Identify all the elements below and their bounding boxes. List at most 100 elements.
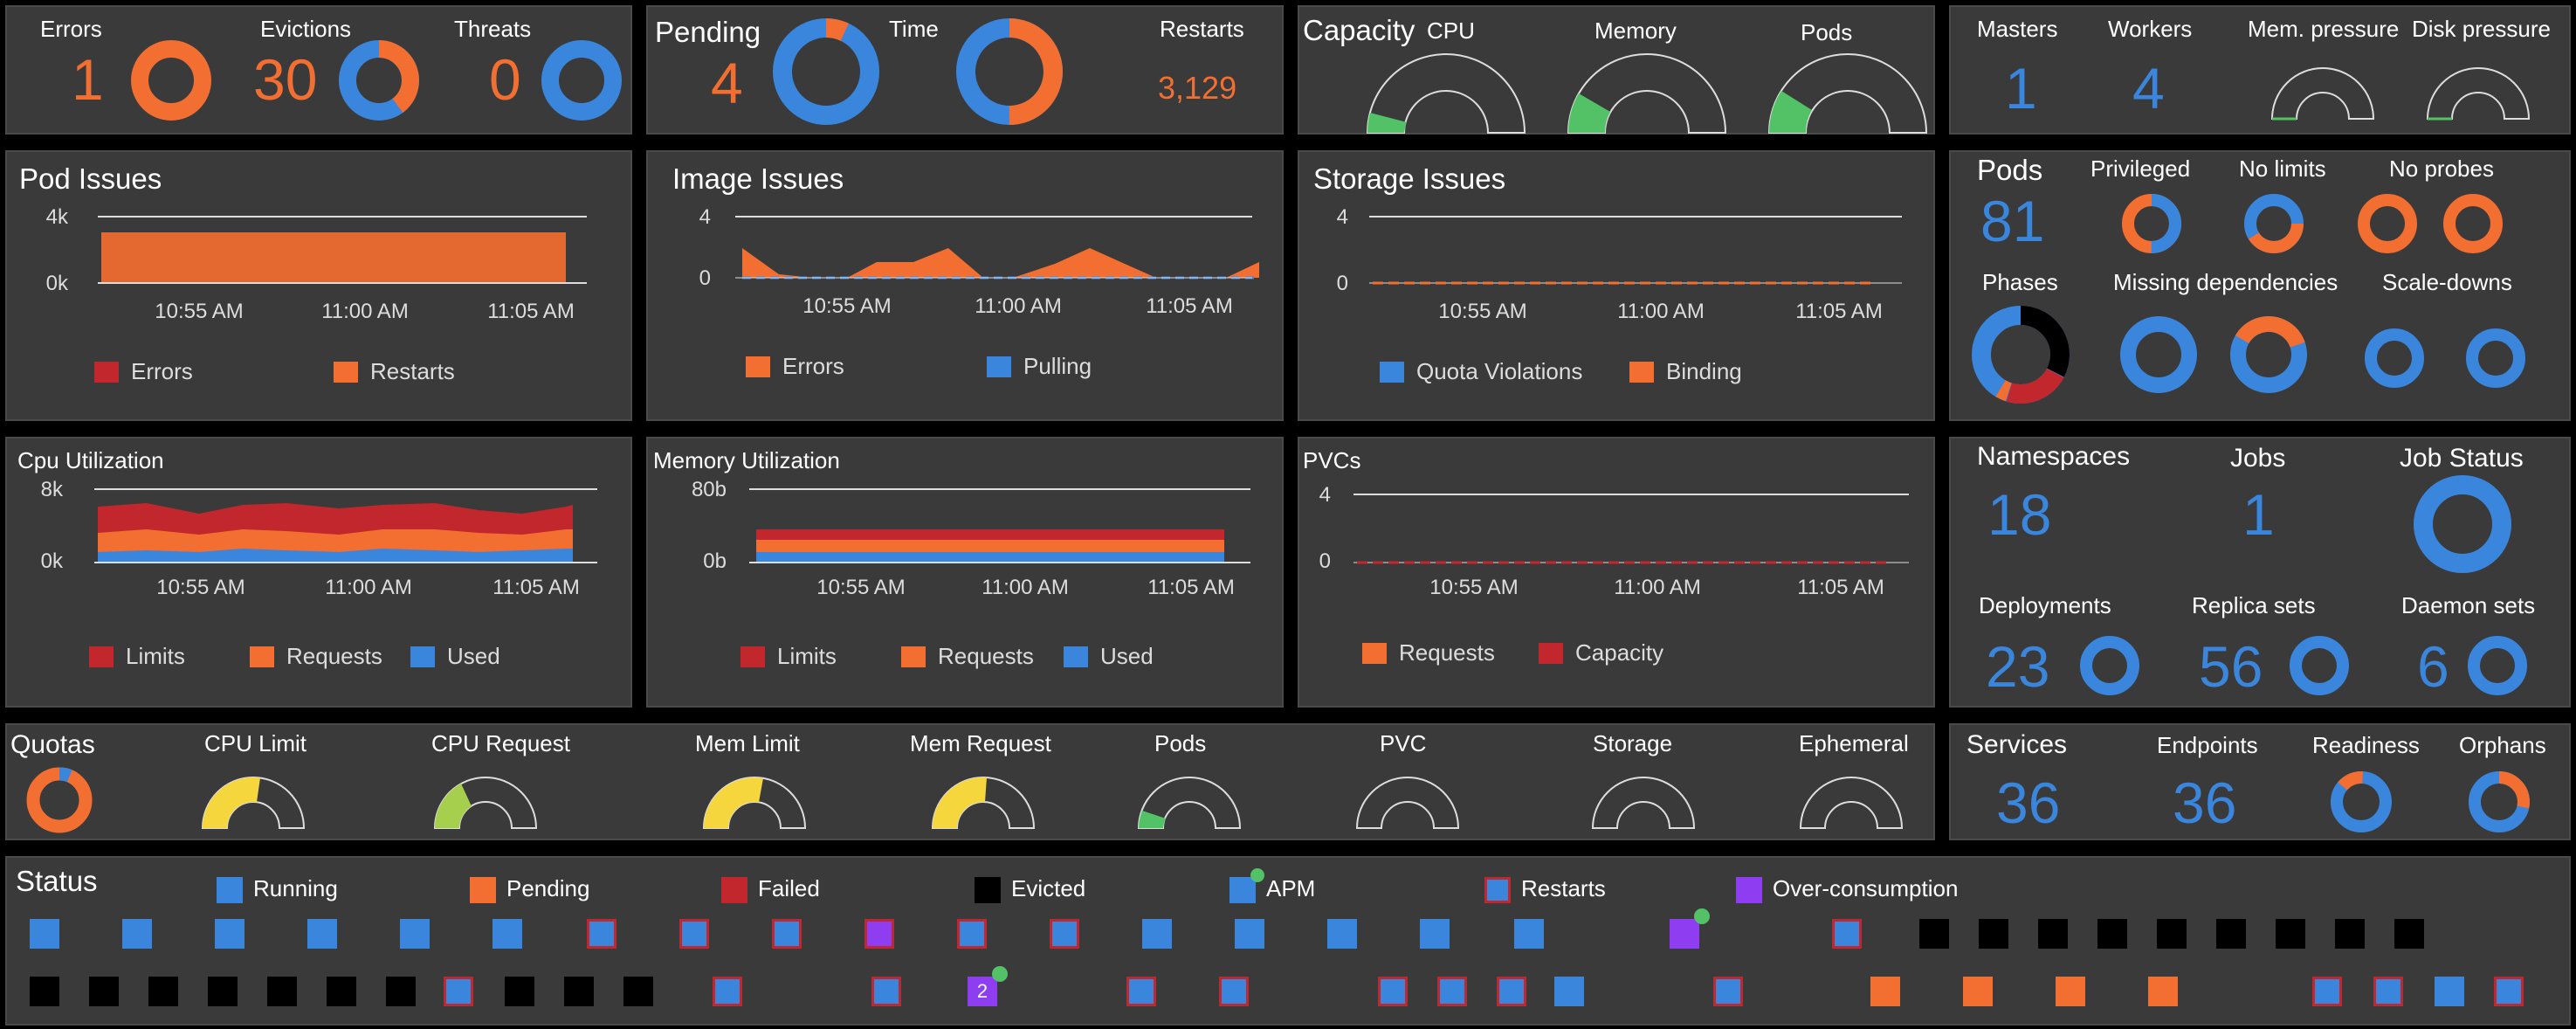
services-value: 36 bbox=[1996, 770, 2061, 835]
pvc-quota-label: PVC bbox=[1380, 730, 1427, 756]
pod-status-square[interactable] bbox=[1142, 919, 1172, 949]
pod-status-square[interactable] bbox=[2148, 977, 2178, 1006]
pod-status-square[interactable] bbox=[505, 977, 534, 1006]
pods-panel: Pods 81 Privileged No limits No probes P… bbox=[1949, 150, 2571, 421]
cpu-util-legend-used[interactable]: Used bbox=[410, 643, 500, 670]
restarts-value: 3,129 bbox=[1158, 70, 1237, 106]
pod-status-square[interactable] bbox=[1497, 977, 1526, 1006]
status-legend-apm-swatch bbox=[1229, 868, 1264, 903]
storage-issues-legend-binding[interactable]: Binding bbox=[1629, 358, 1742, 385]
pod-status-square[interactable] bbox=[1870, 977, 1900, 1006]
pod-status-square[interactable] bbox=[89, 977, 119, 1006]
image-issues-ytick-bottom: 0 bbox=[699, 266, 711, 290]
mem-pressure-label: Mem. pressure bbox=[2248, 16, 2400, 42]
status-legend-apm-label: APM bbox=[1266, 875, 1316, 901]
pvc-quota-gauge bbox=[1355, 777, 1460, 829]
pod-status-square[interactable] bbox=[1437, 977, 1467, 1006]
cpu-util-xtick-3: 11:05 AM bbox=[492, 576, 580, 599]
pod-issues-legend-errors[interactable]: Errors bbox=[94, 358, 193, 385]
pod-status-square[interactable] bbox=[2216, 919, 2246, 949]
pod-status-square[interactable] bbox=[772, 919, 802, 949]
pod-status-square[interactable] bbox=[307, 919, 337, 949]
pod-status-square[interactable] bbox=[1979, 919, 2008, 949]
mem-util-legend-used[interactable]: Used bbox=[1064, 643, 1154, 670]
pod-status-square[interactable] bbox=[327, 977, 356, 1006]
pod-status-square[interactable] bbox=[2373, 977, 2403, 1006]
mem-util-legend-limits[interactable]: Limits bbox=[740, 643, 837, 670]
storage-issues-legend-quota[interactable]: Quota Violations bbox=[1380, 358, 1582, 385]
pvcs-legend-requests[interactable]: Requests bbox=[1362, 639, 1495, 666]
pod-status-square[interactable] bbox=[1670, 908, 1710, 949]
evictions-value: 30 bbox=[253, 47, 318, 112]
pod-status-square[interactable] bbox=[30, 977, 59, 1006]
workers-label: Workers bbox=[2108, 16, 2193, 42]
pod-status-square[interactable] bbox=[1832, 919, 1862, 949]
memory-gauge bbox=[1567, 53, 1727, 134]
status-panel: Status Running Pending Failed Evicted APM Res… bbox=[5, 856, 2571, 1026]
mem-request-gauge bbox=[931, 777, 1036, 829]
cpu-util-legend-requests[interactable]: Requests bbox=[250, 643, 382, 670]
mem-util-legend-requests[interactable]: Requests bbox=[901, 643, 1034, 670]
missing-deps-donut-1 bbox=[2120, 316, 2197, 393]
pod-status-square[interactable] bbox=[1713, 977, 1743, 1006]
pod-status-square[interactable] bbox=[1554, 977, 1584, 1006]
mem-pressure-gauge bbox=[2270, 67, 2375, 121]
daemon-sets-donut bbox=[2468, 636, 2527, 695]
capacity-pods-label: Pods bbox=[1801, 19, 1853, 45]
pod-status-square[interactable] bbox=[267, 977, 297, 1006]
image-issues-legend-errors[interactable]: Errors bbox=[746, 353, 844, 380]
pod-status-square[interactable] bbox=[2494, 977, 2524, 1006]
pod-status-square[interactable] bbox=[871, 977, 901, 1006]
pod-status-square[interactable] bbox=[1050, 919, 1079, 949]
pod-status-square[interactable] bbox=[1235, 919, 1264, 949]
pod-status-square[interactable] bbox=[215, 919, 245, 949]
pod-status-square[interactable] bbox=[587, 919, 616, 949]
pod-issues-legend-restarts[interactable]: Restarts bbox=[334, 358, 455, 385]
pod-status-square[interactable] bbox=[30, 919, 59, 949]
pod-status-square[interactable] bbox=[1420, 919, 1450, 949]
pod-status-square[interactable] bbox=[2097, 919, 2127, 949]
pod-status-square[interactable] bbox=[1919, 919, 1949, 949]
pod-status-square[interactable] bbox=[1126, 977, 1156, 1006]
pod-status-square[interactable] bbox=[2038, 919, 2068, 949]
pod-status-square[interactable] bbox=[623, 977, 653, 1006]
pod-status-square[interactable] bbox=[679, 919, 709, 949]
pod-status-square[interactable] bbox=[1327, 919, 1357, 949]
pod-status-square[interactable] bbox=[713, 977, 742, 1006]
pod-status-square[interactable] bbox=[2312, 977, 2342, 1006]
status-legend-evicted-label: Evicted bbox=[1011, 875, 1086, 901]
pod-status-square[interactable] bbox=[386, 977, 416, 1006]
pod-status-square[interactable] bbox=[2276, 919, 2305, 949]
pod-status-square[interactable] bbox=[444, 977, 473, 1006]
pod-status-square[interactable] bbox=[864, 919, 894, 949]
pod-status-square[interactable] bbox=[2056, 977, 2085, 1006]
no-probes-label: No probes bbox=[2389, 155, 2494, 182]
pod-status-square[interactable] bbox=[1219, 977, 1249, 1006]
pvcs-xtick-3: 11:05 AM bbox=[1797, 576, 1884, 599]
pod-status-square[interactable] bbox=[2157, 919, 2187, 949]
pod-status-square[interactable] bbox=[957, 919, 987, 949]
deployments-donut bbox=[2080, 636, 2139, 695]
pod-status-square[interactable] bbox=[208, 977, 238, 1006]
pod-status-square[interactable] bbox=[492, 919, 522, 949]
cpu-util-legend-limits[interactable]: Limits bbox=[89, 643, 185, 670]
pod-status-square[interactable] bbox=[2435, 977, 2464, 1006]
pod-status-square[interactable] bbox=[148, 977, 178, 1006]
pod-status-square[interactable] bbox=[400, 919, 430, 949]
pod-status-square[interactable]: 2 bbox=[968, 966, 1008, 1006]
pod-status-square[interactable] bbox=[564, 977, 594, 1006]
scale-downs-donut-1 bbox=[2365, 328, 2424, 388]
pod-status-square[interactable] bbox=[2394, 919, 2424, 949]
image-issues-xtick-1: 10:55 AM bbox=[802, 294, 891, 318]
pod-status-square[interactable] bbox=[1514, 919, 1544, 949]
storage-issues-ytick-top: 4 bbox=[1337, 205, 1348, 229]
pod-status-square[interactable] bbox=[2335, 919, 2365, 949]
cpu-util-xtick-2: 11:00 AM bbox=[325, 576, 412, 599]
pod-status-square[interactable] bbox=[1963, 977, 1993, 1006]
pod-status-square[interactable] bbox=[1378, 977, 1408, 1006]
pod-status-square[interactable] bbox=[122, 919, 152, 949]
image-issues-legend-pulling[interactable]: Pulling bbox=[987, 353, 1092, 380]
replica-sets-label: Replica sets bbox=[2192, 592, 2316, 618]
status-legend-failed-swatch bbox=[721, 877, 747, 903]
pvcs-legend-capacity[interactable]: Capacity bbox=[1539, 639, 1663, 666]
